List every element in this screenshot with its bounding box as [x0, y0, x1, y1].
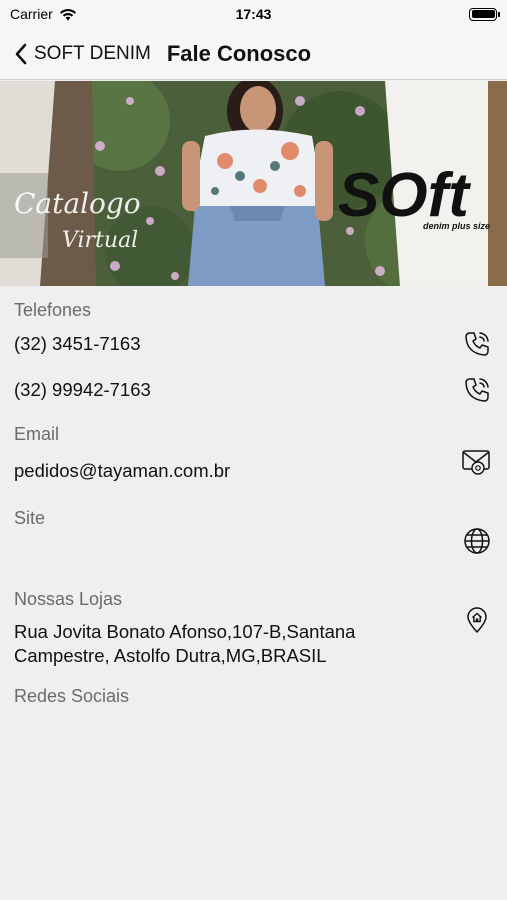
phone-call-icon[interactable] — [463, 376, 491, 404]
status-time: 17:43 — [235, 6, 272, 22]
banner-brand-text: SOft — [338, 161, 471, 230]
page-title: Fale Conosco — [166, 40, 312, 66]
carrier-group: Carrier — [10, 6, 77, 22]
store-address-line1: Rua Jovita Bonato Afonso,107-B,Santana — [14, 621, 356, 642]
social-section-label: Redes Sociais — [14, 686, 130, 706]
battery-icon — [469, 7, 500, 21]
status-bar: Carrier 17:43 — [0, 0, 507, 28]
phones-section-label: Telefones — [14, 300, 92, 320]
phone-call-icon[interactable] — [463, 330, 491, 358]
back-button-label: SOFT DENIM — [34, 42, 151, 64]
banner-tagline-text: denim plus size — [423, 221, 490, 231]
phone-number-1[interactable]: (32) 3451-7163 — [14, 333, 141, 355]
navigation-bar: SOFT DENIM Fale Conosco — [0, 28, 507, 80]
back-button[interactable]: SOFT DENIM — [0, 43, 151, 65]
email-address[interactable]: pedidos@tayaman.com.br — [14, 460, 230, 482]
store-address[interactable]: Rua Jovita Bonato Afonso,107-B,Santana C… — [14, 620, 434, 668]
globe-icon[interactable] — [463, 527, 491, 555]
carrier-label: Carrier — [10, 6, 53, 22]
wifi-icon — [59, 8, 76, 20]
banner-catalog-line2: Virtual — [62, 228, 138, 253]
site-section-label: Site — [14, 508, 46, 528]
home-location-pin-icon[interactable] — [463, 606, 491, 634]
email-section-label: Email — [14, 424, 60, 444]
envelope-at-icon[interactable] — [461, 446, 491, 476]
banner-image: SOft denim plus size Catalogo Virtual — [0, 81, 507, 286]
stores-section-label: Nossas Lojas — [14, 589, 123, 609]
chevron-left-icon — [15, 43, 27, 64]
store-address-line2: Campestre, Astolfo Dutra,MG,BRASIL — [14, 645, 327, 666]
phone-number-2[interactable]: (32) 99942-7163 — [14, 379, 151, 401]
banner-catalog-line1: Catalogo — [14, 187, 141, 220]
